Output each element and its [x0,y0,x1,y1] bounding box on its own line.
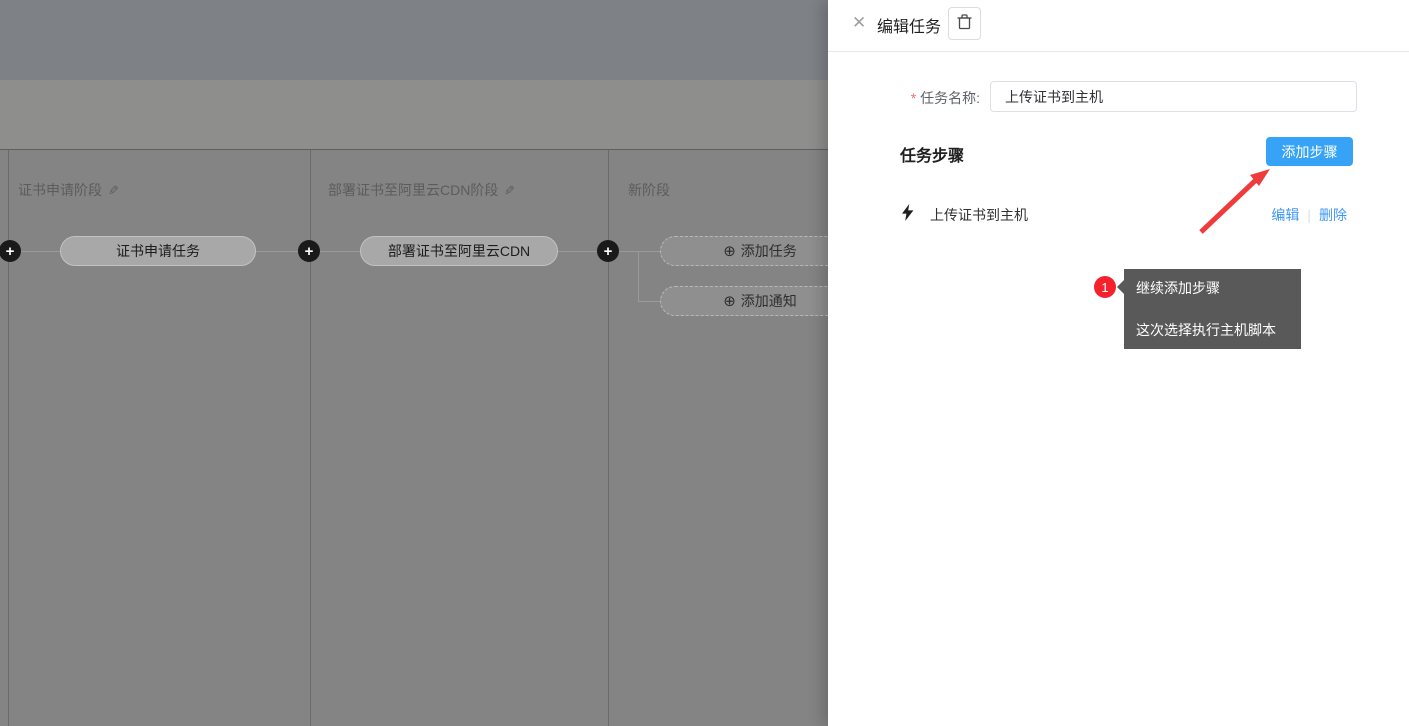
add-stage-button[interactable]: + [298,240,320,262]
step-row: 上传证书到主机 编辑 | 删除 [828,202,1409,224]
delete-task-button[interactable] [948,7,981,40]
column-border [608,150,609,726]
circle-plus-icon: ⊕ [723,242,736,260]
step-number-badge: 1 [1094,276,1116,298]
edit-task-drawer: ✕ 编辑任务 * 任务名称: 任务步骤 添加步骤 上传证书到主机 编辑 | 删除 [828,0,1409,726]
task-name-input[interactable] [990,81,1357,112]
required-marker: * [911,90,916,106]
delete-step-link[interactable]: 删除 [1319,205,1347,225]
close-icon[interactable]: ✕ [852,13,866,33]
add-task-label: 添加任务 [741,241,797,261]
task-pill-cert-apply[interactable]: 证书申请任务 [60,236,256,266]
task-name-row: * 任务名称: [828,81,1409,112]
connector-line [638,301,660,302]
tooltip-line2: 这次选择执行主机脚本 [1136,320,1289,340]
steps-section-heading: 任务步骤 [900,142,964,166]
add-stage-button[interactable]: + [597,240,619,262]
tutorial-tooltip: 继续添加步骤 这次选择执行主机脚本 [1124,269,1301,349]
edit-pencil-icon[interactable]: ✎ [504,183,515,199]
lightning-icon [901,204,915,226]
task-pill-deploy-cdn[interactable]: 部署证书至阿里云CDN [360,236,558,266]
step-name: 上传证书到主机 [930,205,1028,225]
column-border [8,150,9,726]
column-border [310,150,311,726]
add-notice-label: 添加通知 [741,291,797,311]
task-name-label: * 任务名称: [911,88,980,108]
stage-title-2: 部署证书至阿里云CDN阶段✎ [328,180,515,200]
edit-pencil-icon[interactable]: ✎ [108,183,119,199]
link-separator: | [1307,207,1311,223]
trash-icon [957,14,972,33]
circle-plus-icon: ⊕ [723,292,736,310]
red-arrow-annotation [1188,158,1283,243]
drawer-title: 编辑任务 [877,13,941,37]
tooltip-line1: 继续添加步骤 [1136,278,1289,298]
stage-title-3: 新阶段 [628,180,670,200]
stage-title-1: 证书申请阶段✎ [18,180,119,200]
connector-line [638,251,639,301]
drawer-header: ✕ 编辑任务 [828,0,1409,52]
tooltip-arrow [1117,280,1124,294]
add-stage-button[interactable]: + [0,240,21,262]
